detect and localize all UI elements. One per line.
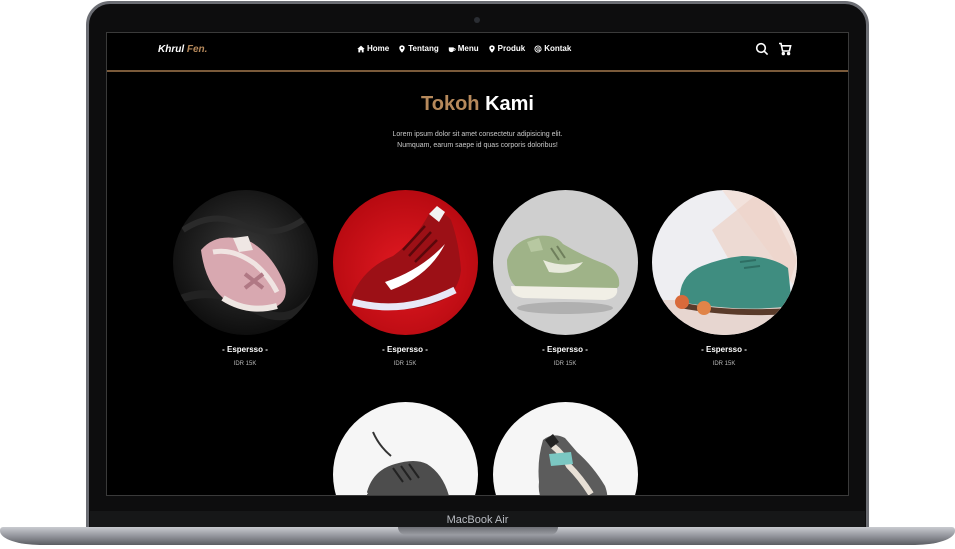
product-card[interactable]	[332, 402, 478, 495]
product-image-teal-shoe[interactable]	[651, 190, 797, 335]
brand-logo[interactable]: Khrul Fen.	[158, 44, 207, 55]
brand-name: Khrul	[158, 44, 185, 55]
nav-link-label: Tentang	[408, 44, 439, 53]
product-price: IDR 15K	[553, 361, 577, 367]
section-title-rest: Kami	[485, 93, 534, 115]
nav-link-label: Menu	[457, 44, 479, 53]
product-image-green-sneaker[interactable]	[492, 190, 638, 335]
section-title-accent: Tokoh	[421, 93, 480, 115]
product-card[interactable]	[492, 402, 638, 495]
shopping-cart-icon[interactable]	[778, 42, 792, 56]
nav-link-label: Produk	[497, 44, 526, 53]
nav-link-kontak[interactable]: Kontak	[534, 44, 571, 53]
product-name: - Espersso -	[222, 345, 268, 354]
product-image-red-sneaker[interactable]	[332, 190, 478, 335]
brand-accent: Fen.	[186, 44, 208, 55]
nav-link-tentang[interactable]: Tentang	[398, 44, 439, 53]
nav-link-home[interactable]: Home	[357, 44, 389, 53]
browser-screen: Khrul Fen. Home Tentang Menu Produk Kont…	[106, 32, 849, 496]
map-pin-icon	[399, 44, 405, 53]
product-image-black-sneaker[interactable]	[332, 402, 478, 495]
product-card[interactable]: - Espersso - IDR 15K	[172, 190, 318, 367]
product-name: - Espersso -	[542, 345, 588, 354]
laptop-notch	[398, 527, 558, 535]
nav-link-menu[interactable]: Menu	[448, 44, 479, 53]
product-image-pink-sneaker[interactable]	[172, 190, 318, 335]
navbar: Khrul Fen. Home Tentang Menu Produk Kont…	[107, 33, 848, 72]
home-icon	[357, 45, 365, 52]
product-price: IDR 15K	[712, 361, 736, 367]
at-sign-icon	[534, 44, 542, 53]
nav-link-produk[interactable]: Produk	[488, 44, 526, 53]
product-price: IDR 15K	[393, 361, 417, 367]
product-name: - Espersso -	[701, 345, 747, 354]
nav-actions	[755, 42, 792, 56]
coffee-cup-icon	[448, 46, 456, 52]
webcam	[474, 17, 480, 23]
section-title: Tokoh Kami	[107, 93, 848, 116]
nav-link-label: Kontak	[544, 44, 572, 53]
product-card[interactable]: - Espersso - IDR 15K	[651, 190, 797, 367]
intro-line: Lorem ipsum dolor sit amet consectetur a…	[392, 131, 563, 138]
map-pin-icon	[488, 44, 495, 53]
section-intro: Lorem ipsum dolor sit amet consectetur a…	[327, 129, 628, 151]
nav-links: Home Tentang Menu Produk Kontak	[357, 44, 571, 53]
product-price: IDR 15K	[233, 361, 257, 367]
search-icon[interactable]	[755, 42, 769, 56]
product-image-chunky-sneaker[interactable]	[492, 402, 638, 495]
intro-line: Numquam, earum saepe id quas corporis do…	[397, 142, 558, 149]
product-name: - Espersso -	[382, 345, 428, 354]
product-card[interactable]: - Espersso - IDR 15K	[332, 190, 478, 367]
nav-link-label: Home	[367, 44, 390, 53]
product-card[interactable]: - Espersso - IDR 15K	[492, 190, 638, 367]
